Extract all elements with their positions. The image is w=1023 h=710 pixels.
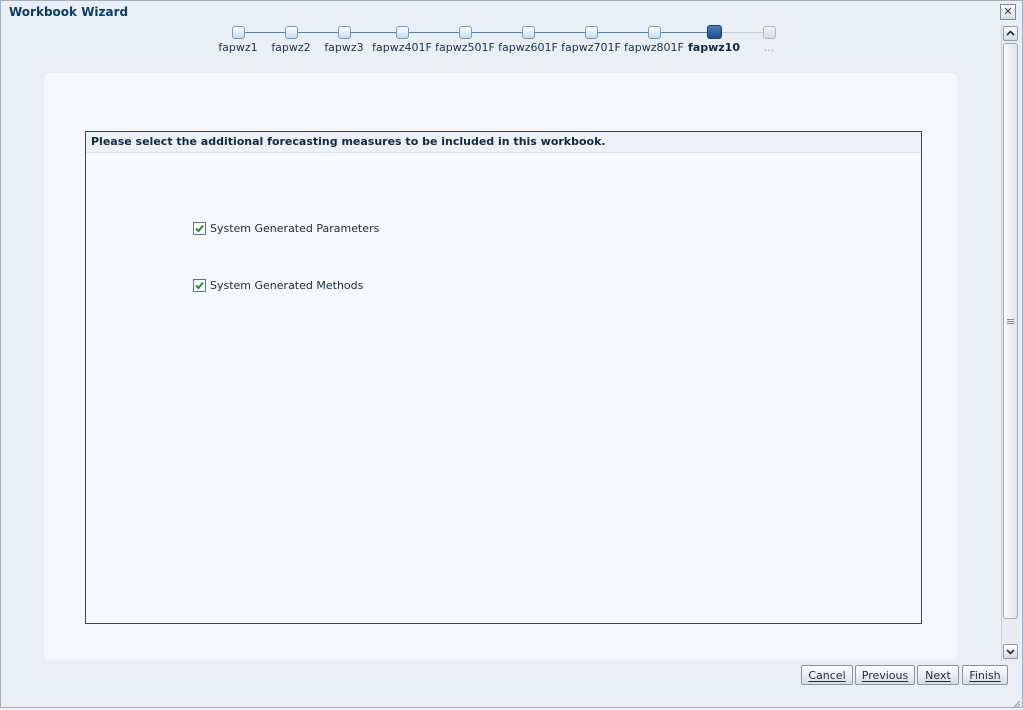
check-icon [195,281,204,290]
train-label-fapwz501f[interactable]: fapwz501F [435,41,495,54]
train-label-fapwz3[interactable]: fapwz3 [324,41,363,54]
train-label-more: ... [763,41,775,54]
checkbox-system-generated-methods[interactable] [193,279,206,292]
grip-line [1007,323,1014,324]
train-label-fapwz2[interactable]: fapwz2 [271,41,310,54]
chevron-down-icon [1006,649,1015,655]
train-stop-fapwz10-current [707,25,722,39]
train-label-fapwz601f[interactable]: fapwz601F [498,41,558,54]
vertical-scrollbar[interactable] [1001,25,1018,661]
measures-box: Please select the additional forecasting… [85,131,922,624]
train-stop-fapwz401f[interactable] [396,26,409,39]
scroll-thumb[interactable] [1003,43,1018,619]
option-label[interactable]: System Generated Methods [210,279,363,292]
checkbox-system-generated-parameters[interactable] [193,222,206,235]
train-stop-fapwz801f[interactable] [648,26,661,39]
option-label[interactable]: System Generated Parameters [210,222,379,235]
train-label-fapwz401f[interactable]: fapwz401F [372,41,432,54]
finish-button[interactable]: Finish [962,665,1008,685]
box-header: Please select the additional forecasting… [86,132,921,153]
option-system-generated-parameters[interactable]: System Generated Parameters [193,222,379,235]
train-stop-fapwz2[interactable] [285,26,298,39]
wizard-train: fapwz1 fapwz2 fapwz3 fapwz401F fapwz501F… [1,1,1001,61]
train-label-fapwz10: fapwz10 [688,41,740,54]
train-label-fapwz701f[interactable]: fapwz701F [561,41,621,54]
train-connector [242,32,711,33]
resize-grip-icon[interactable] [1011,698,1021,708]
grip-line [1007,319,1014,320]
chevron-up-icon [1006,30,1015,36]
train-stop-fapwz601f[interactable] [522,26,535,39]
train-stop-more [763,26,776,39]
train-connector-future [719,32,765,33]
train-stop-fapwz3[interactable] [338,26,351,39]
train-label-fapwz1[interactable]: fapwz1 [218,41,257,54]
close-icon[interactable]: ✕ [1000,4,1016,20]
train-stop-fapwz501f[interactable] [459,26,472,39]
previous-button[interactable]: Previous [855,665,915,685]
cancel-button[interactable]: Cancel [801,665,853,685]
option-system-generated-methods[interactable]: System Generated Methods [193,279,363,292]
train-stop-fapwz1[interactable] [232,26,245,39]
scroll-down-button[interactable] [1003,644,1018,659]
instruction-text: Please select the additional forecasting… [91,135,606,148]
train-stop-fapwz701f[interactable] [585,26,598,39]
scroll-up-button[interactable] [1003,26,1018,41]
grip-line [1007,321,1014,322]
check-icon [195,224,204,233]
next-button[interactable]: Next [917,665,959,685]
train-label-fapwz801f[interactable]: fapwz801F [624,41,684,54]
